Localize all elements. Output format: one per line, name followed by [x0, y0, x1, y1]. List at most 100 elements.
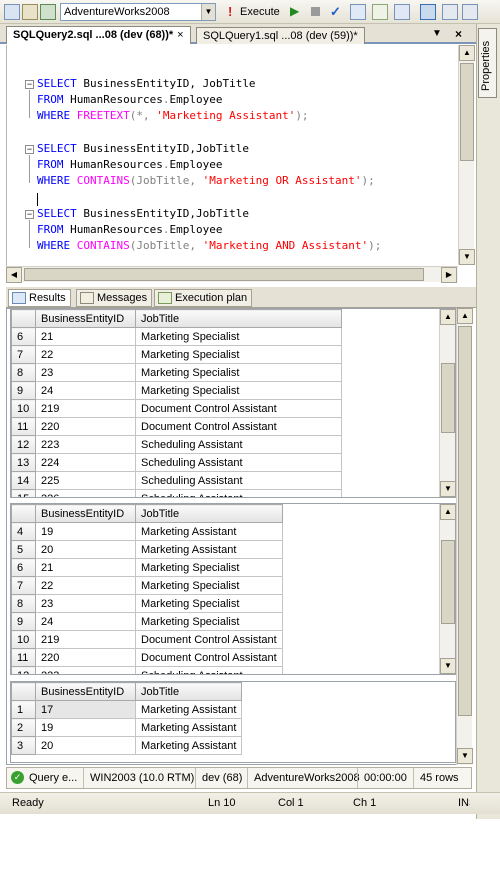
business-entity-id-cell[interactable]: 223 [35, 666, 136, 674]
row-number-cell[interactable]: 3 [11, 736, 36, 755]
column-header[interactable]: BusinessEntityID [35, 504, 136, 523]
row-number-cell[interactable]: 10 [11, 399, 36, 418]
table-row[interactable]: 6 21 Marketing Specialist [11, 558, 283, 577]
table-row[interactable]: 3 20 Marketing Assistant [11, 736, 243, 755]
column-header[interactable]: BusinessEntityID [35, 682, 136, 701]
business-entity-id-cell[interactable]: 224 [35, 453, 136, 472]
stop-icon[interactable] [308, 4, 324, 20]
results-to-file-icon[interactable] [462, 4, 478, 20]
row-number-cell[interactable]: 7 [11, 345, 36, 364]
row-number-cell[interactable]: 5 [11, 540, 36, 559]
row-number-cell[interactable]: 11 [11, 648, 36, 667]
editor-horizontal-scrollbar[interactable]: ◀ ▶ [6, 266, 458, 283]
job-title-cell[interactable]: Scheduling Assistant [135, 489, 342, 497]
business-entity-id-cell[interactable]: 20 [35, 736, 136, 755]
job-title-cell[interactable]: Document Control Assistant [135, 399, 342, 418]
table-row[interactable]: 2 19 Marketing Assistant [11, 718, 243, 737]
sql-editor[interactable]: − SELECT BusinessEntityID, JobTitle FROM… [6, 45, 476, 267]
result-grid-1[interactable]: BusinessEntityID JobTitle 6 21 Marketing S… [10, 308, 456, 498]
job-title-cell[interactable]: Marketing Assistant [134, 700, 243, 719]
collapse-icon[interactable]: − [25, 210, 34, 219]
business-entity-id-cell[interactable]: 226 [35, 489, 136, 497]
scrollbar-thumb[interactable] [460, 63, 474, 161]
table-row[interactable]: 9 24 Marketing Specialist [11, 612, 283, 631]
business-entity-id-cell[interactable]: 19 [35, 522, 136, 541]
scroll-down-icon[interactable]: ▼ [459, 249, 475, 265]
row-number-cell[interactable]: 12 [11, 666, 36, 674]
close-icon[interactable]: × [177, 29, 183, 41]
table-row[interactable]: 12223Scheduling Assistant [11, 435, 342, 454]
table-row[interactable]: 8 23 Marketing Specialist [11, 594, 283, 613]
table-row[interactable]: 11 220 Document Control Assistant [11, 648, 283, 667]
row-number-cell[interactable]: 9 [11, 612, 36, 631]
business-entity-id-cell[interactable]: 24 [35, 381, 136, 400]
tab-sqlquery2[interactable]: SQLQuery2.sql ...08 (dev (68))* × [6, 26, 191, 44]
row-number-cell[interactable]: 6 [11, 558, 36, 577]
row-number-cell[interactable]: 8 [11, 363, 36, 382]
table-row[interactable]: 5 20 Marketing Assistant [11, 540, 283, 559]
scrollbar-thumb[interactable] [441, 363, 455, 433]
intellisense-icon[interactable] [394, 4, 410, 20]
scroll-up-icon[interactable]: ▲ [440, 309, 455, 325]
business-entity-id-cell[interactable]: 21 [35, 558, 136, 577]
row-number-cell[interactable]: 10 [11, 630, 36, 649]
table-row[interactable]: 8 23 Marketing Specialist [11, 363, 342, 382]
scroll-down-icon[interactable]: ▼ [440, 658, 455, 674]
business-entity-id-cell[interactable]: 219 [35, 399, 136, 418]
job-title-cell[interactable]: Marketing Assistant [134, 718, 243, 737]
execute-button[interactable]: ! Execute [226, 4, 280, 20]
job-title-cell[interactable]: Marketing Assistant [134, 736, 243, 755]
scroll-up-icon[interactable]: ▲ [459, 45, 475, 61]
job-title-cell[interactable]: Scheduling Assistant [135, 435, 342, 454]
table-row[interactable]: 12223Scheduling Assistant [11, 666, 283, 674]
table-row[interactable]: 7 22 Marketing Specialist [11, 345, 342, 364]
query-options-icon[interactable] [372, 4, 388, 20]
row-number-header[interactable] [11, 504, 36, 523]
debug-play-icon[interactable]: ▶ [290, 4, 306, 20]
job-title-cell[interactable]: Marketing Specialist [135, 381, 342, 400]
close-document-icon[interactable]: × [455, 27, 462, 41]
row-number-cell[interactable]: 7 [11, 576, 36, 595]
business-entity-id-cell[interactable]: 23 [35, 363, 136, 382]
query-grid-icon[interactable] [4, 4, 20, 20]
change-connection-icon[interactable] [40, 4, 56, 20]
scroll-up-icon[interactable]: ▲ [457, 308, 473, 324]
business-entity-id-cell[interactable]: 223 [35, 435, 136, 454]
scroll-right-icon[interactable]: ▶ [441, 267, 457, 283]
properties-side-tab[interactable]: Properties [478, 28, 497, 98]
business-entity-id-cell[interactable]: 220 [35, 648, 136, 667]
results-vertical-scrollbar[interactable]: ▲ ▼ [456, 308, 473, 765]
row-number-cell[interactable]: 8 [11, 594, 36, 613]
row-number-cell[interactable]: 1 [11, 700, 36, 719]
table-row[interactable]: 14 225 Scheduling Assistant [11, 471, 342, 490]
tab-execution-plan[interactable]: Execution plan [154, 289, 253, 307]
table-row[interactable]: 7 22 Marketing Specialist [11, 576, 283, 595]
job-title-cell[interactable]: Marketing Specialist [135, 558, 283, 577]
column-header[interactable]: JobTitle [135, 309, 342, 328]
business-entity-id-cell[interactable]: 24 [35, 612, 136, 631]
job-title-cell[interactable]: Document Control Assistant [135, 630, 283, 649]
result-grid-3[interactable]: BusinessEntityID JobTitle 1 17 Marketing A… [10, 681, 456, 763]
display-plan-icon[interactable] [350, 4, 366, 20]
tab-messages[interactable]: Messages [76, 289, 153, 307]
business-entity-id-cell[interactable]: 225 [35, 471, 136, 490]
job-title-cell[interactable]: Document Control Assistant [135, 648, 283, 667]
row-number-cell[interactable]: 4 [11, 522, 36, 541]
collapse-icon[interactable]: − [25, 80, 34, 89]
grid-vertical-scrollbar[interactable]: ▲ ▼ [439, 309, 455, 497]
scroll-down-icon[interactable]: ▼ [440, 481, 455, 497]
column-header[interactable]: JobTitle [134, 682, 243, 701]
row-number-cell[interactable]: 2 [11, 718, 36, 737]
object-explorer-icon[interactable] [22, 4, 38, 20]
job-title-cell[interactable]: Document Control Assistant [135, 417, 342, 436]
table-row[interactable]: 11 220 Document Control Assistant [11, 417, 342, 436]
tab-sqlquery1[interactable]: SQLQuery1.sql ...08 (dev (59))* [196, 27, 365, 44]
column-header[interactable]: JobTitle [135, 504, 283, 523]
job-title-cell[interactable]: Marketing Assistant [135, 540, 283, 559]
scrollbar-thumb[interactable] [24, 268, 424, 281]
business-entity-id-cell[interactable]: 220 [35, 417, 136, 436]
job-title-cell[interactable]: Marketing Specialist [135, 594, 283, 613]
results-to-text-icon[interactable] [442, 4, 458, 20]
job-title-cell[interactable]: Scheduling Assistant [135, 453, 342, 472]
row-number-header[interactable] [11, 682, 36, 701]
